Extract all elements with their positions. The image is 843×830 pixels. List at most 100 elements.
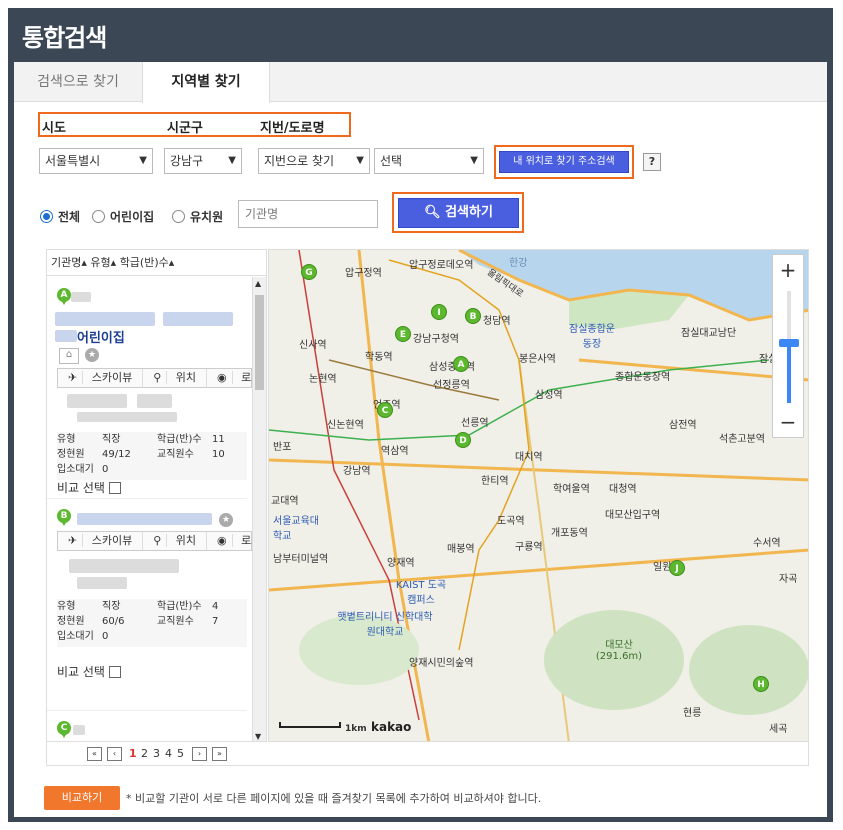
map-label: 역삼역 — [381, 446, 409, 457]
list-item[interactable]: B ★ ✈ 스카이뷰 ⚲ 위치 ◉ 로드뷰 유형 직장 학급(반)수 4 정현원… — [47, 498, 266, 703]
map-marker[interactable]: C — [377, 402, 393, 418]
map-label: 강남구청역 — [413, 334, 459, 345]
page-5[interactable]: 5 — [177, 747, 184, 760]
location-button[interactable]: ⚲ 위치 — [143, 532, 208, 550]
zoom-in-button[interactable]: + — [773, 255, 803, 285]
sort-icon[interactable]: ▴ — [169, 256, 175, 269]
chevron-down-icon: ▼ — [228, 155, 236, 166]
page-1[interactable]: 1 — [129, 747, 137, 760]
radio-daycare[interactable]: 어린이집 — [92, 208, 154, 225]
camera-icon: ◉ — [212, 371, 233, 384]
map-label: 양재시민의숲역 — [409, 658, 474, 669]
sort-icon[interactable]: ▴ — [111, 256, 117, 269]
compare-checkbox[interactable] — [108, 481, 121, 494]
skyview-button[interactable]: ✈ 스카이뷰 — [58, 532, 144, 550]
blurred-text — [163, 312, 233, 326]
zoom-out-button[interactable]: − — [773, 407, 803, 437]
radio-dot-icon — [92, 210, 105, 223]
tab-bar: 검색으로 찾기 지역별 찾기 — [14, 62, 827, 103]
radio-all-label: 전체 — [58, 210, 81, 224]
road-type-select[interactable]: 지번으로 찾기 ▼ — [258, 148, 370, 174]
list-item[interactable]: A 어린이집 ⌂ ★ ✈ 스카이뷰 ⚲ 위치 ◉ 로드뷰 유형 직장 — [47, 278, 266, 496]
header-classes[interactable]: 학급(반)수 — [120, 256, 169, 269]
compare-button[interactable]: 비교하기 — [44, 786, 120, 810]
search-button[interactable]: 🔍︎ 검색하기 — [398, 198, 519, 228]
prev-page-button[interactable]: ‹ — [107, 747, 122, 761]
tab-region[interactable]: 지역별 찾기 — [142, 62, 270, 103]
scroll-down-icon[interactable]: ▼ — [255, 732, 261, 741]
scroll-up-icon[interactable]: ▲ — [255, 279, 261, 288]
plane-icon: ✈ — [63, 371, 84, 384]
skyview-button[interactable]: ✈ 스카이뷰 — [58, 369, 144, 387]
map-label: 남부터미널역 — [273, 554, 329, 565]
map-label: 반포 — [273, 442, 292, 453]
list-item[interactable]: C — [47, 710, 247, 741]
favorite-icon[interactable]: ★ — [219, 513, 233, 527]
facility-name[interactable]: 어린이집 — [77, 327, 125, 346]
sido-label: 시도 — [42, 121, 66, 136]
map-marker[interactable]: A — [453, 356, 469, 372]
sido-select[interactable]: 서울특별시 ▼ — [39, 148, 153, 174]
map-label: 종합운동장역 — [615, 372, 671, 383]
search-button-label: 검색하기 — [445, 205, 493, 220]
sido-select-value: 서울특별시 — [45, 154, 101, 168]
map-marker[interactable]: E — [395, 326, 411, 342]
map-label: 신논현역 — [327, 420, 364, 431]
help-button[interactable]: ? — [643, 153, 661, 171]
map-marker[interactable]: D — [455, 432, 471, 448]
pin-icon: ⚲ — [148, 534, 168, 547]
zoom-handle[interactable] — [779, 339, 799, 347]
blurred-text — [55, 312, 155, 326]
radio-dot-icon — [172, 210, 185, 223]
plane-icon: ✈ — [63, 534, 84, 547]
map-marker[interactable]: H — [753, 676, 769, 692]
first-page-button[interactable]: « — [87, 747, 102, 761]
sigungu-select-value: 강남구 — [170, 154, 204, 168]
header-type[interactable]: 유형 — [90, 256, 110, 269]
map-label: 신사역 — [299, 340, 327, 351]
map-label: 석촌고분역 — [719, 434, 765, 445]
window-frame: 통합검색 검색으로 찾기 지역별 찾기 시도 시군구 지번/도로명 서울특별시 … — [8, 8, 833, 822]
next-page-button[interactable]: › — [192, 747, 207, 761]
map-label: KAIST 도곡캠퍼스 — [395, 580, 447, 606]
favorite-icon[interactable]: ★ — [85, 348, 99, 362]
page-2[interactable]: 2 — [141, 747, 148, 760]
last-page-button[interactable]: » — [212, 747, 227, 761]
scroll-thumb[interactable] — [255, 295, 264, 390]
tab-search[interactable]: 검색으로 찾기 — [14, 62, 142, 102]
map-marker[interactable]: B — [465, 308, 481, 324]
map-label: 선릉역 — [461, 418, 489, 429]
list-scrollbar[interactable]: ▲ ▼ — [252, 277, 266, 741]
radio-all[interactable]: 전체 — [40, 208, 80, 225]
facility-stats: 유형 직장 학급(반)수 11 정현원 49/12 교직원수 10 입소대기 0 — [57, 432, 247, 480]
map-label: 현릉 — [683, 708, 702, 719]
compare-checkbox[interactable] — [108, 665, 121, 678]
compare-select[interactable]: 비교 선택 — [57, 663, 121, 680]
sigungu-select[interactable]: 강남구 ▼ — [164, 148, 242, 174]
map-marker[interactable]: I — [431, 304, 447, 320]
map-label: 한강 — [509, 258, 528, 269]
search-icon: 🔍︎ — [424, 205, 446, 220]
map-marker[interactable]: G — [301, 264, 317, 280]
header-name[interactable]: 기관명 — [51, 256, 81, 269]
list-header: 기관명▴ 유형▴ 학급(반)수▴ — [47, 250, 266, 276]
search-panel: 검색으로 찾기 지역별 찾기 시도 시군구 지번/도로명 서울특별시 ▼ 강남구… — [14, 62, 827, 817]
location-button[interactable]: ⚲ 위치 — [143, 369, 208, 387]
map-label: 자곡 — [779, 574, 798, 585]
page-4[interactable]: 4 — [165, 747, 172, 760]
map-view[interactable]: 압구정역 압구정로데오역 신사역 강남구청역 청담역 학동역 삼성중앙역 봉은사… — [268, 249, 809, 742]
radio-kindergarten[interactable]: 유치원 — [172, 208, 223, 225]
sort-icon[interactable]: ▴ — [81, 256, 87, 269]
map-label: 잠실대교남단 — [681, 328, 737, 339]
home-icon[interactable]: ⌂ — [59, 348, 79, 364]
detail-select[interactable]: 선택 ▼ — [374, 148, 484, 174]
scale-label: 1km — [345, 724, 367, 734]
page-3[interactable]: 3 — [153, 747, 160, 760]
facility-name-input[interactable]: 기관명 — [238, 200, 378, 228]
locate-button[interactable]: 내 위치로 찾기 주소검색 — [499, 151, 629, 173]
map-marker[interactable]: J — [669, 560, 685, 576]
compare-select[interactable]: 비교 선택 — [57, 479, 121, 496]
camera-icon: ◉ — [212, 534, 233, 547]
map-label: 양재역 — [387, 558, 415, 569]
action-bar: ✈ 스카이뷰 ⚲ 위치 ◉ 로드뷰 — [57, 531, 266, 551]
